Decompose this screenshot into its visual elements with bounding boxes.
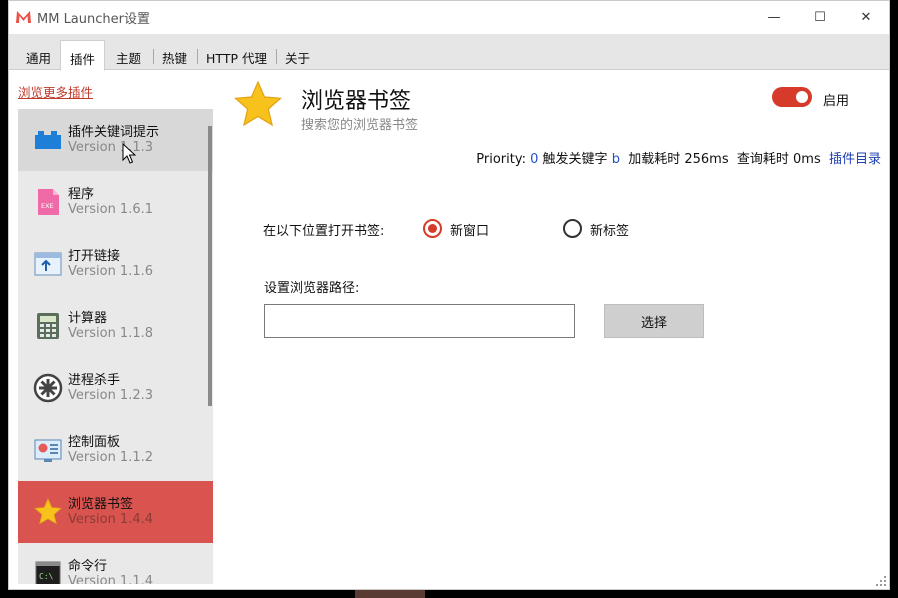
plugin-name: 打开链接 bbox=[68, 249, 121, 264]
plugin-item-process-killer[interactable]: 进程杀手 Version 1.2.3 bbox=[18, 357, 213, 419]
enable-toggle[interactable] bbox=[772, 87, 812, 107]
plugin-version: Version 1.1.2 bbox=[68, 450, 154, 465]
browser-path-input[interactable] bbox=[264, 304, 575, 338]
priority-value[interactable]: 0 bbox=[530, 152, 538, 167]
plugin-name: 计算器 bbox=[68, 311, 108, 326]
radio-new-tab-label[interactable]: 新标签 bbox=[590, 220, 629, 239]
exe-file-icon: EXE bbox=[38, 189, 59, 215]
resize-grip-icon[interactable] bbox=[875, 575, 887, 587]
mm-logo-icon bbox=[16, 11, 31, 23]
plugin-item-open-link[interactable]: 打开链接 Version 1.1.6 bbox=[18, 233, 213, 295]
plugin-list[interactable]: 插件关键词提示 Version 1.1.3 EXE 程序 Version 1.6… bbox=[18, 109, 213, 584]
plugin-name: 程序 bbox=[68, 187, 95, 202]
browser-path-label: 设置浏览器路径: bbox=[264, 281, 360, 296]
blocks-icon bbox=[35, 131, 61, 149]
minimize-button[interactable]: — bbox=[751, 1, 797, 33]
plugin-directory-link[interactable]: 插件目录 bbox=[829, 152, 881, 167]
query-time: 查询耗时 0ms bbox=[736, 152, 821, 167]
plugin-item-control-panel[interactable]: 控制面板 Version 1.1.2 bbox=[18, 419, 213, 481]
plugin-version: Version 1.2.3 bbox=[68, 388, 154, 403]
tab-hotkeys[interactable]: 热键 bbox=[153, 43, 196, 70]
radio-new-window-label[interactable]: 新窗口 bbox=[450, 220, 489, 239]
plugin-version: Version 1.6.1 bbox=[68, 202, 154, 217]
plugin-version: Version 1.1.8 bbox=[68, 326, 154, 341]
radio-new-tab[interactable] bbox=[563, 219, 582, 238]
open-location-label: 在以下位置打开书签: bbox=[263, 224, 385, 239]
radio-new-window[interactable] bbox=[423, 219, 442, 238]
mouse-cursor-icon bbox=[122, 143, 136, 164]
calculator-icon bbox=[37, 313, 59, 339]
title-bar: MM Launcher设置 — ☐ ✕ bbox=[9, 1, 889, 34]
plugin-item-keyword-hints[interactable]: 插件关键词提示 Version 1.1.3 bbox=[18, 109, 213, 171]
plugin-name: 控制面板 bbox=[68, 435, 121, 450]
priority-label: Priority: bbox=[476, 152, 526, 167]
enable-label: 启用 bbox=[823, 94, 850, 109]
window-title: MM Launcher设置 bbox=[37, 12, 150, 27]
plugin-version: Version 1.1.3 bbox=[68, 140, 154, 155]
plugin-version: Version 1.1.4 bbox=[68, 574, 154, 584]
choose-button[interactable]: 选择 bbox=[604, 304, 704, 338]
terminal-icon: C:\ bbox=[35, 561, 61, 584]
close-button[interactable]: ✕ bbox=[843, 1, 889, 33]
plugin-version: Version 1.1.6 bbox=[68, 264, 154, 279]
plugin-item-command-line[interactable]: C:\ 命令行 Version 1.1.4 bbox=[18, 543, 213, 584]
tab-general[interactable]: 通用 bbox=[17, 43, 60, 70]
star-icon bbox=[34, 498, 62, 525]
plugin-item-browser-bookmarks[interactable]: 浏览器书签 Version 1.4.4 bbox=[18, 481, 213, 543]
settings-window: MM Launcher设置 — ☐ ✕ 通用 插件 主题 热键 HTTP 代理 … bbox=[8, 0, 890, 590]
keyword-label: 触发关键字 bbox=[542, 152, 608, 167]
plugin-name: 浏览器书签 bbox=[68, 497, 134, 512]
plugin-item-program[interactable]: EXE 程序 Version 1.6.1 bbox=[18, 171, 213, 233]
control-panel-icon bbox=[34, 439, 62, 462]
plugin-description: 搜索您的浏览器书签 bbox=[301, 118, 419, 133]
keyword-value[interactable]: b bbox=[612, 152, 620, 167]
plugin-version: Version 1.4.4 bbox=[68, 512, 154, 527]
star-icon bbox=[234, 80, 282, 127]
background-strip bbox=[355, 590, 425, 598]
plugin-name: 命令行 bbox=[68, 559, 108, 574]
plugin-name: 插件关键词提示 bbox=[68, 125, 160, 140]
maximize-button[interactable]: ☐ bbox=[797, 1, 843, 33]
browse-more-plugins-link[interactable]: 浏览更多插件 bbox=[18, 82, 93, 101]
tab-bar: 通用 插件 主题 热键 HTTP 代理 关于 bbox=[9, 34, 889, 71]
plugin-title: 浏览器书签 bbox=[301, 89, 412, 114]
plugin-list-scrollbar[interactable] bbox=[208, 126, 212, 406]
svg-text:EXE: EXE bbox=[41, 202, 54, 210]
process-killer-icon bbox=[33, 373, 63, 403]
open-link-icon bbox=[34, 252, 62, 276]
plugin-meta: Priority: 0 触发关键字 b 加载耗时 256ms 查询耗时 0ms … bbox=[476, 148, 881, 167]
tab-plugins[interactable]: 插件 bbox=[60, 40, 106, 71]
plugin-name: 进程杀手 bbox=[68, 373, 121, 388]
tab-theme[interactable]: 主题 bbox=[107, 43, 150, 70]
load-time: 加载耗时 256ms bbox=[628, 152, 729, 167]
svg-text:C:\: C:\ bbox=[39, 572, 54, 581]
plugin-item-calculator[interactable]: 计算器 Version 1.1.8 bbox=[18, 295, 213, 357]
tab-about[interactable]: 关于 bbox=[276, 43, 319, 70]
tab-http-proxy[interactable]: HTTP 代理 bbox=[197, 43, 276, 70]
